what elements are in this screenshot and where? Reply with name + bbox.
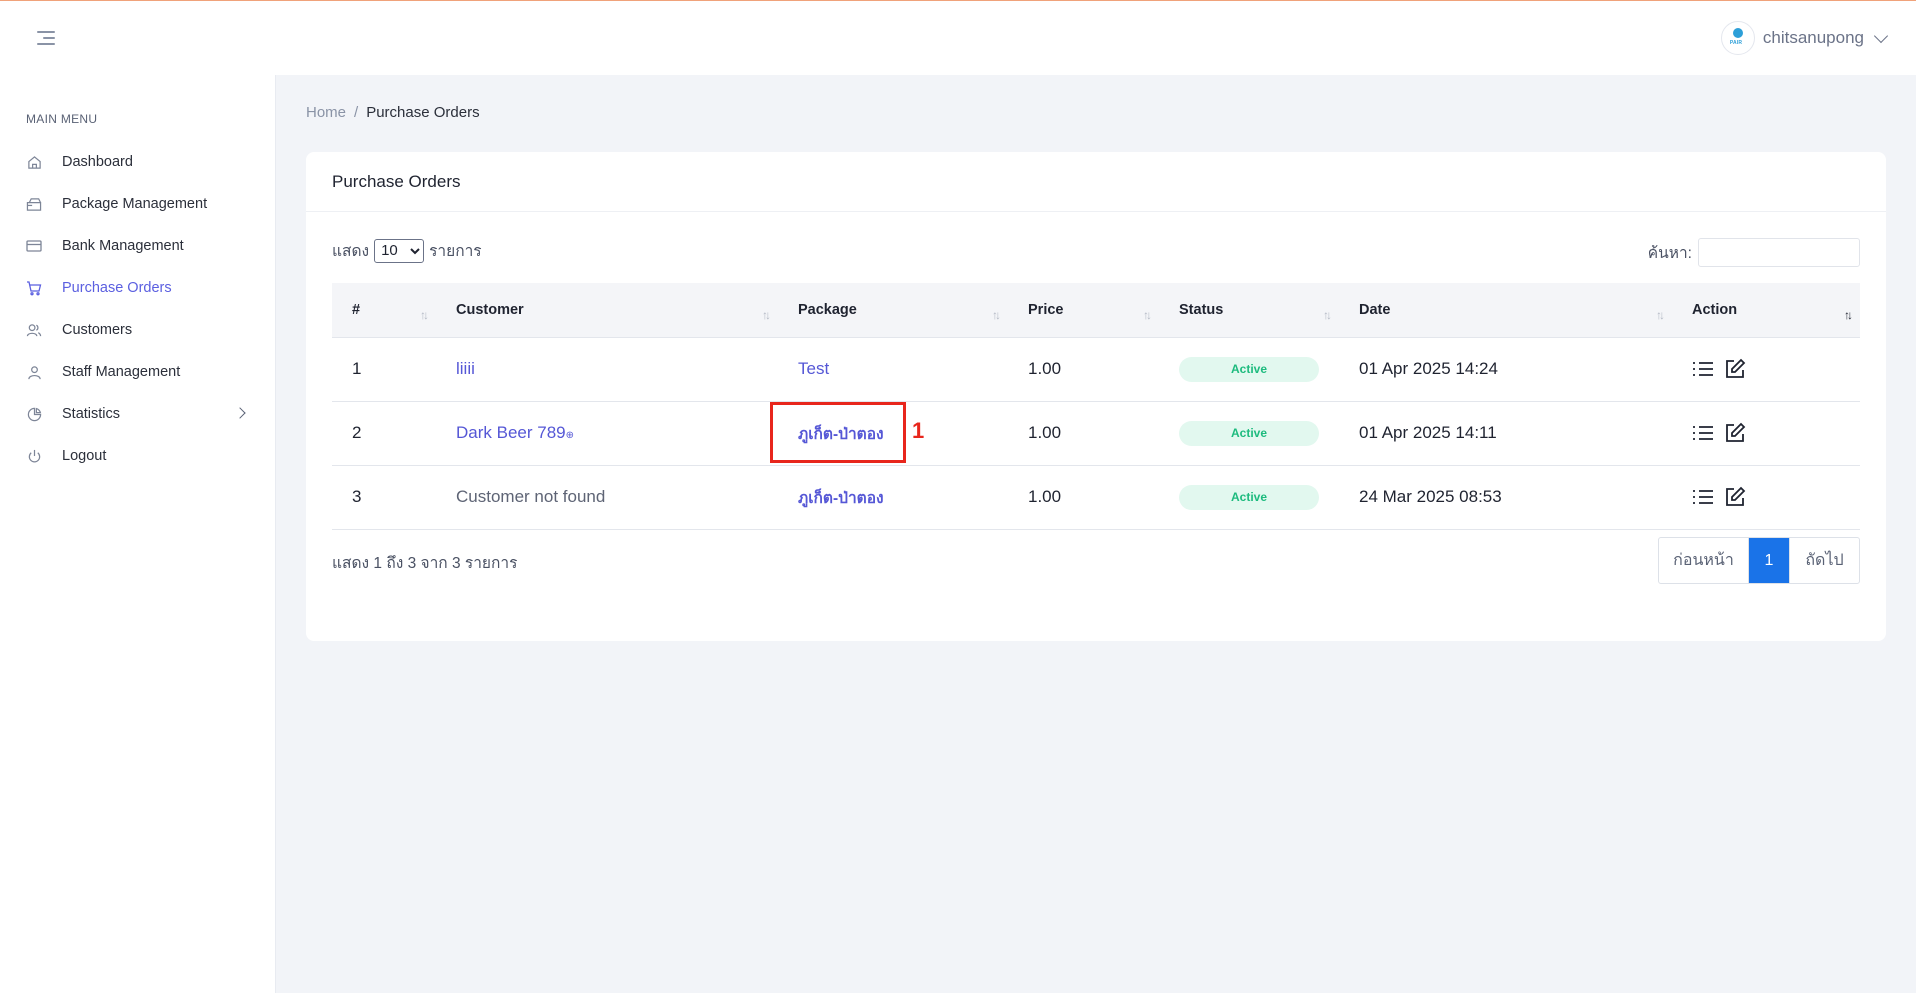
cell-price: 1.00: [1028, 423, 1062, 442]
breadcrumb-separator: /: [354, 104, 359, 121]
cell-no: 1: [352, 359, 362, 378]
list-details-icon[interactable]: [1692, 358, 1714, 380]
package-link[interactable]: ภูเก็ต-ป่าตอง: [798, 490, 884, 507]
user-menu[interactable]: PAIR chitsanupong: [1720, 21, 1889, 55]
hamburger-menu-icon[interactable]: [34, 27, 58, 49]
sort-desc-icon: ↑↓: [1844, 308, 1853, 322]
top-bar: PAIR chitsanupong: [0, 0, 1916, 75]
sidebar-item-statistics[interactable]: Statistics: [0, 393, 276, 435]
breadcrumb-home-link[interactable]: Home: [306, 104, 346, 121]
sidebar-item-label: Logout: [62, 448, 107, 464]
credit-card-icon: [26, 238, 42, 254]
package-icon: [26, 196, 42, 212]
list-details-icon[interactable]: [1692, 486, 1714, 508]
cell-no: 2: [352, 423, 362, 442]
page-length-select[interactable]: 10: [374, 238, 425, 263]
cell-date: 24 Mar 2025 08:53: [1359, 487, 1502, 506]
column-header-customer[interactable]: Customer ↑↓: [436, 283, 778, 338]
customer-link[interactable]: Dark Beer 789⊕: [456, 423, 574, 442]
column-header-date[interactable]: Date ↑↓: [1339, 283, 1672, 338]
sidebar: MAIN MENU Dashboard Package Management B…: [0, 75, 276, 993]
pie-chart-icon: [26, 406, 42, 422]
user-name: chitsanupong: [1762, 28, 1864, 47]
brand-logo-icon: PAIR: [1730, 28, 1746, 48]
sort-icon: ↑↓: [992, 308, 1001, 322]
status-badge: Active: [1179, 420, 1319, 446]
avatar: PAIR: [1720, 21, 1755, 55]
purchase-orders-table: # ↑↓ Customer ↑↓ Package ↑↓ Price ↑↓ Status ↑…: [332, 283, 1860, 530]
length-suffix: รายการ: [429, 243, 482, 260]
table-row: 2 Dark Beer 789⊕ ภูเก็ต-ป่าตอง 1.00 Acti…: [332, 401, 1860, 465]
pagination-next-button[interactable]: ถัดไป: [1789, 538, 1859, 583]
package-link[interactable]: Test: [798, 359, 829, 378]
card-title: Purchase Orders: [306, 152, 1886, 212]
edit-icon[interactable]: [1724, 486, 1746, 508]
home-icon: [26, 154, 42, 170]
table-row: 3 Customer not found ภูเก็ต-ป่าตอง 1.00 …: [332, 465, 1860, 529]
cell-no: 3: [352, 487, 362, 506]
cell-price: 1.00: [1028, 487, 1062, 506]
search-input[interactable]: [1698, 238, 1860, 267]
purchase-orders-card: Purchase Orders แสดง 10 รายการ ค้นหา: # ↑…: [306, 152, 1886, 641]
sidebar-item-label: Customers: [62, 322, 133, 338]
page-length-control: แสดง 10 รายการ: [332, 238, 482, 263]
link-badge-icon: ⊕: [565, 430, 575, 441]
list-details-icon[interactable]: [1692, 422, 1714, 444]
sidebar-item-label: Package Management: [62, 196, 208, 212]
sidebar-item-label: Purchase Orders: [62, 280, 172, 296]
chevron-down-icon: [1873, 28, 1889, 43]
customer-link[interactable]: liiii: [456, 359, 475, 378]
search-control: ค้นหา:: [1648, 238, 1860, 267]
column-header-status[interactable]: Status ↑↓: [1159, 283, 1339, 338]
table-row: 1 liiii Test 1.00 Active 01 Apr 2025 14:…: [332, 337, 1860, 401]
sidebar-item-label: Dashboard: [62, 154, 133, 170]
table-info: แสดง 1 ถึง 3 จาก 3 รายการ: [332, 555, 518, 572]
sort-icon: ↑↓: [420, 308, 429, 322]
pagination: ก่อนหน้า 1 ถัดไป: [1658, 537, 1860, 584]
sort-icon: ↑↓: [762, 308, 771, 322]
power-icon: [26, 448, 42, 464]
status-badge: Active: [1179, 356, 1319, 382]
cell-price: 1.00: [1028, 359, 1062, 378]
menu-heading: MAIN MENU: [26, 112, 98, 126]
sidebar-item-staff-management[interactable]: Staff Management: [0, 351, 276, 393]
sidebar-nav: Dashboard Package Management Bank Manage…: [0, 141, 276, 477]
sidebar-item-logout[interactable]: Logout: [0, 435, 276, 477]
users-icon: [26, 322, 42, 338]
pagination-previous-button[interactable]: ก่อนหน้า: [1659, 538, 1749, 583]
sidebar-item-package-management[interactable]: Package Management: [0, 183, 276, 225]
package-link[interactable]: ภูเก็ต-ป่าตอง: [798, 426, 884, 443]
sort-icon: ↑↓: [1656, 308, 1665, 322]
pagination-page-1[interactable]: 1: [1749, 538, 1789, 583]
breadcrumb-current: Purchase Orders: [366, 104, 480, 121]
status-badge: Active: [1179, 484, 1319, 510]
sidebar-item-label: Staff Management: [62, 364, 181, 380]
length-prefix: แสดง: [332, 243, 370, 260]
sidebar-item-label: Statistics: [62, 406, 121, 422]
column-header-package[interactable]: Package ↑↓: [778, 283, 1008, 338]
cell-customer: Customer not found: [456, 487, 606, 506]
cell-date: 01 Apr 2025 14:11: [1359, 423, 1497, 442]
sidebar-item-label: Bank Management: [62, 238, 184, 254]
column-header-price[interactable]: Price ↑↓: [1008, 283, 1159, 338]
sidebar-item-purchase-orders[interactable]: Purchase Orders: [0, 267, 276, 309]
cell-date: 01 Apr 2025 14:24: [1359, 359, 1498, 378]
shopping-cart-icon: [26, 280, 42, 296]
user-icon: [26, 364, 42, 380]
sidebar-item-bank-management[interactable]: Bank Management: [0, 225, 276, 267]
annotation-label: 1: [912, 418, 925, 443]
search-label: ค้นหา:: [1647, 245, 1692, 262]
column-header-action[interactable]: Action ↑↓: [1672, 283, 1860, 338]
table-header-row: # ↑↓ Customer ↑↓ Package ↑↓ Price ↑↓ Status ↑…: [332, 283, 1860, 338]
breadcrumb: Home / Purchase Orders: [306, 104, 480, 121]
sidebar-item-customers[interactable]: Customers: [0, 309, 276, 351]
edit-icon[interactable]: [1724, 422, 1746, 444]
sort-icon: ↑↓: [1323, 308, 1332, 322]
edit-icon[interactable]: [1724, 358, 1746, 380]
sort-icon: ↑↓: [1143, 308, 1152, 322]
sidebar-item-dashboard[interactable]: Dashboard: [0, 141, 276, 183]
chevron-right-icon: [234, 407, 246, 419]
column-header-no[interactable]: # ↑↓: [332, 283, 436, 338]
